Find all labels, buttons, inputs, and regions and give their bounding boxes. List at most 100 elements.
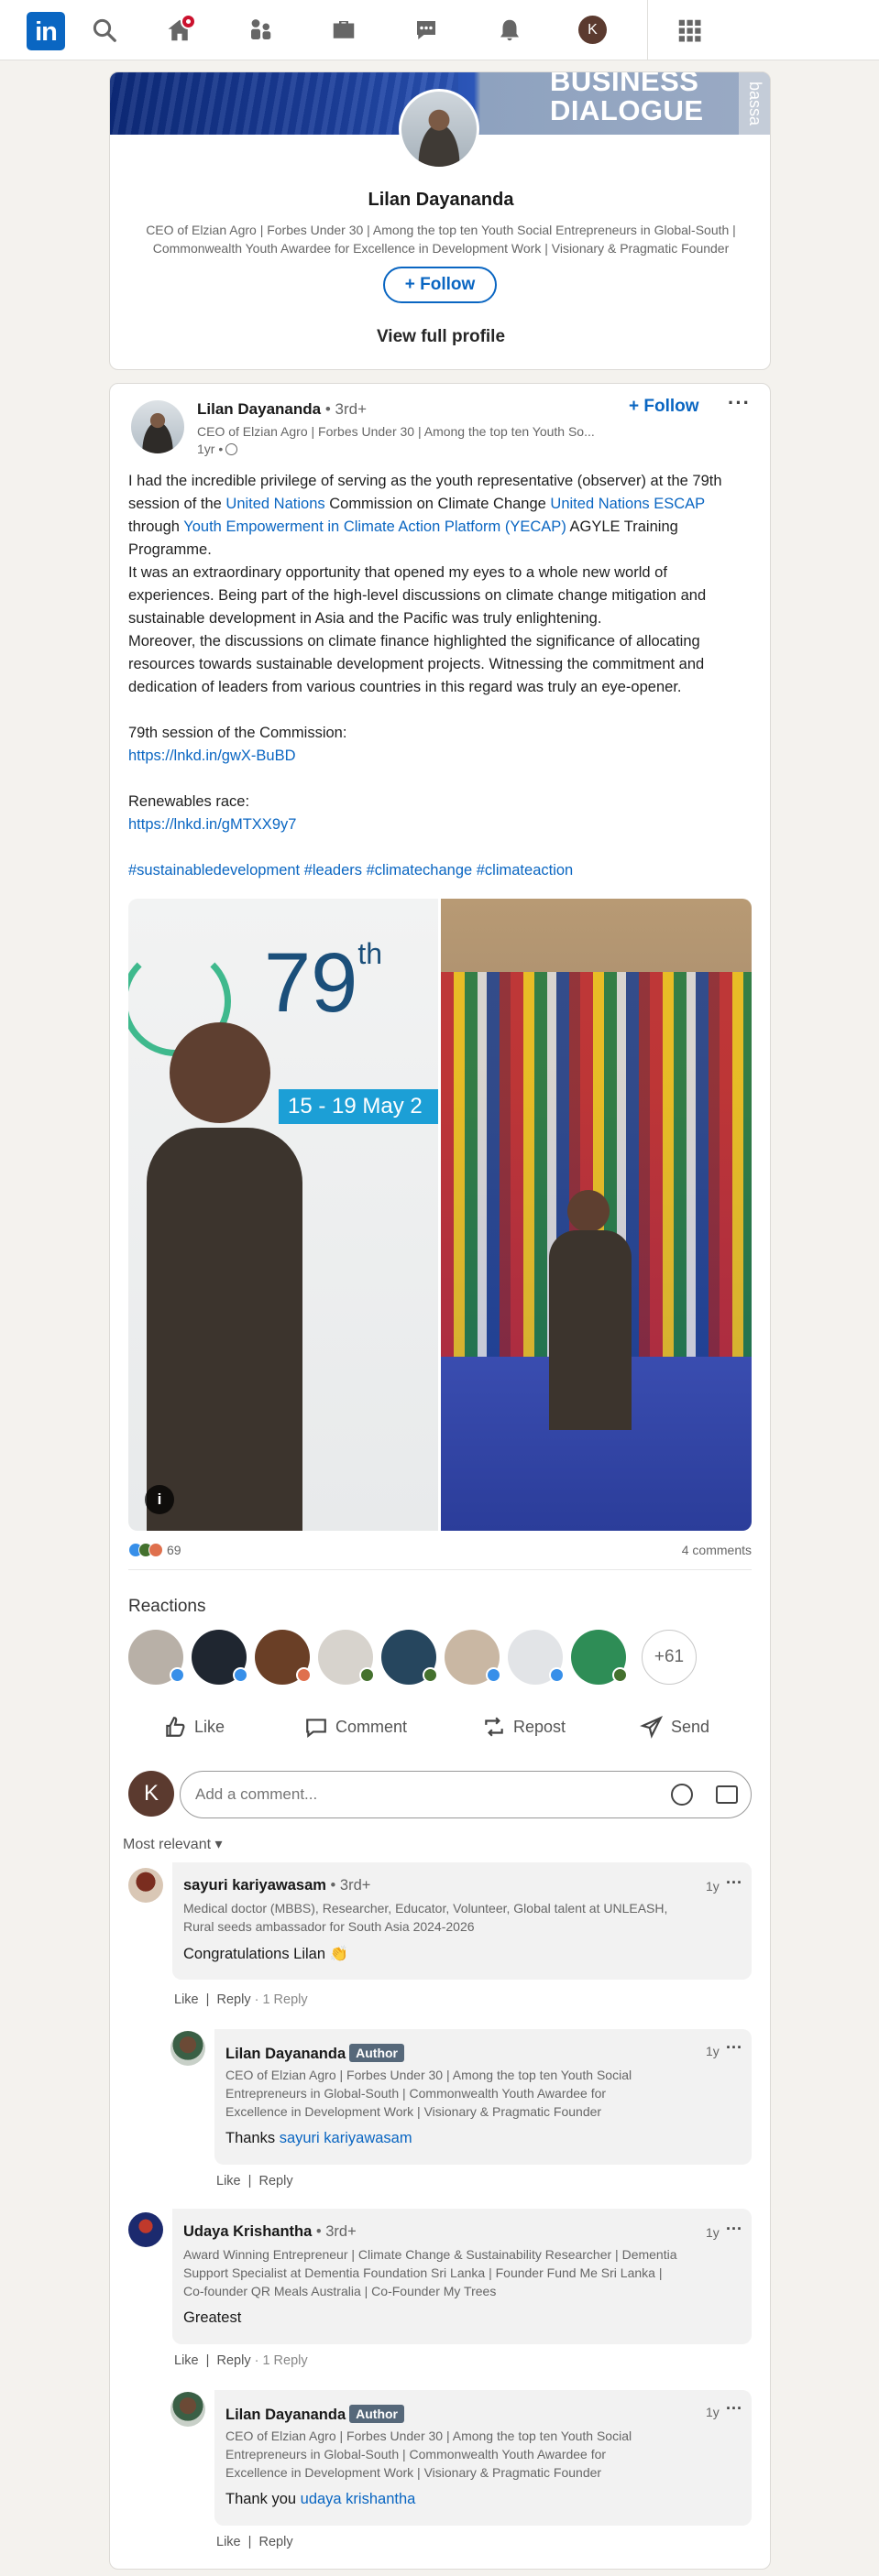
person-head [170, 1022, 270, 1123]
reactor-avatar[interactable] [255, 1630, 312, 1685]
reactor-avatar[interactable] [192, 1630, 248, 1685]
reply-mention[interactable]: sayuri kariyawasam [280, 2130, 412, 2146]
me-avatar[interactable]: K [578, 16, 607, 44]
send-button[interactable]: Send [640, 1708, 709, 1745]
reply-avatar[interactable] [170, 2031, 205, 2066]
reply-like-button[interactable]: Like [216, 2174, 241, 2189]
jobs-icon[interactable] [328, 15, 359, 46]
profile-name[interactable]: Lilan Dayananda [110, 190, 770, 211]
repost-label: Repost [513, 1717, 566, 1736]
reply-mention[interactable]: udaya krishantha [301, 2491, 416, 2507]
comment-avatar[interactable] [128, 1868, 163, 1903]
notifications-icon[interactable] [494, 15, 525, 46]
comment-button[interactable]: Comment [304, 1708, 407, 1745]
person-head [567, 1190, 610, 1232]
reactor-avatar[interactable] [381, 1630, 438, 1685]
comment-like-button[interactable]: Like [174, 2353, 199, 2368]
like-button[interactable]: Like [163, 1708, 225, 1745]
reaction-count[interactable]: 69 [167, 1543, 181, 1557]
mention-united-nations[interactable]: United Nations [225, 496, 324, 512]
like-badge-icon [170, 1667, 185, 1683]
messaging-icon[interactable] [411, 15, 442, 46]
session-label: 79th session of the Commission: [128, 725, 347, 741]
author-avatar[interactable] [131, 400, 184, 453]
comment-actions: Like | Reply · 1 Reply [174, 2353, 308, 2368]
comment-author[interactable]: sayuri kariyawasam • 3rd+ [183, 1877, 370, 1894]
my-network-icon[interactable] [245, 15, 276, 46]
author-badge: Author [349, 2044, 405, 2062]
home-icon[interactable] [164, 14, 196, 46]
reply-like-button[interactable]: Like [216, 2535, 241, 2549]
reply-text-span: Thank you [225, 2491, 301, 2507]
emoji-icon[interactable] [671, 1784, 693, 1806]
reply-author[interactable]: Lilan Dayananda Author [225, 2044, 405, 2063]
author-name[interactable]: Lilan Dayananda • 3rd+ [197, 400, 367, 419]
work-grid-icon[interactable] [674, 15, 705, 46]
more-reactors-button[interactable]: +61 [642, 1630, 697, 1685]
reply-reply-button[interactable]: Reply [259, 2174, 293, 2189]
renewables-link[interactable]: https://lnkd.in/gMTXX9y7 [128, 813, 752, 836]
linkedin-logo[interactable]: in [27, 12, 65, 50]
image-upload-icon[interactable] [716, 1785, 738, 1804]
mention-un-escap[interactable]: United Nations ESCAP [550, 496, 704, 512]
comment-icon [306, 1719, 326, 1739]
comment-author[interactable]: Udaya Krishantha • 3rd+ [183, 2223, 357, 2241]
reactor-avatar[interactable] [445, 1630, 501, 1685]
sort-comments-dropdown[interactable]: Most relevant ▾ [123, 1835, 223, 1853]
add-comment-input[interactable] [180, 1771, 752, 1818]
comment-reply-button[interactable]: Reply [217, 2353, 251, 2368]
like-icon [166, 1717, 185, 1737]
profile-photo[interactable] [399, 89, 479, 169]
reply-count[interactable]: · 1 Reply [255, 1992, 308, 2007]
reply-author[interactable]: Lilan Dayananda Author [225, 2405, 405, 2424]
post-follow-button[interactable]: + Follow [629, 397, 699, 417]
author-name-text[interactable]: Lilan Dayananda [197, 400, 321, 418]
reply-text: Thank you udaya krishantha [225, 2491, 415, 2508]
image-79-text: 79 [264, 936, 358, 1030]
comment-more-icon[interactable]: ··· [726, 1873, 742, 1893]
reply-author-name[interactable]: Lilan Dayananda [225, 2046, 346, 2062]
divider [128, 1569, 752, 1570]
author-badge: Author [349, 2405, 405, 2423]
follow-button[interactable]: + Follow [383, 267, 497, 303]
post-paragraph-3: Moreover, the discussions on climate fin… [128, 633, 705, 695]
comment-like-button[interactable]: Like [174, 1992, 199, 2007]
image-date-band: 15 - 19 May 2 [279, 1089, 438, 1124]
comment-more-icon[interactable]: ··· [726, 2220, 742, 2239]
reply-count[interactable]: · 1 Reply [255, 2353, 308, 2368]
hashtags[interactable]: #sustainabledevelopment #leaders #climat… [128, 859, 752, 882]
comment-author-name[interactable]: Udaya Krishantha [183, 2223, 312, 2240]
love-badge-icon [296, 1667, 312, 1683]
reply-more-icon[interactable]: ··· [726, 2038, 742, 2058]
love-reaction-icon [148, 1543, 163, 1557]
image-info-button[interactable]: i [145, 1485, 174, 1514]
comment-reply-button[interactable]: Reply [217, 1992, 251, 2007]
reply-author-name[interactable]: Lilan Dayananda [225, 2407, 346, 2423]
comment-action-separator: | [198, 2353, 217, 2368]
send-icon [640, 1716, 664, 1739]
reactor-avatar[interactable] [508, 1630, 565, 1685]
repost-button[interactable]: Repost [482, 1708, 566, 1745]
post-image-left[interactable]: 79th 15 - 19 May 2 i [128, 899, 438, 1531]
post-images[interactable]: 79th 15 - 19 May 2 i [128, 899, 752, 1531]
view-full-profile-link[interactable]: View full profile [110, 327, 770, 347]
image-session-number: 79th [264, 935, 382, 1031]
post-image-right[interactable] [441, 899, 752, 1531]
comment-author-name[interactable]: sayuri kariyawasam [183, 1877, 326, 1894]
search-icon[interactable] [89, 15, 120, 46]
reactor-avatar[interactable] [571, 1630, 628, 1685]
reply-more-icon[interactable]: ··· [726, 2399, 742, 2418]
comment-avatar[interactable] [128, 2212, 163, 2247]
session-link[interactable]: https://lnkd.in/gwX-BuBD [128, 745, 752, 768]
comment-label: Comment [335, 1717, 408, 1736]
reactor-avatar[interactable] [318, 1630, 375, 1685]
post-more-icon[interactable]: ··· [728, 391, 751, 415]
social-counts: 69 4 comments [128, 1543, 752, 1565]
comment-text: Congratulations Lilan 👏 [183, 1946, 349, 1962]
reply-avatar[interactable] [170, 2392, 205, 2427]
comments-count[interactable]: 4 comments [682, 1543, 752, 1557]
reactor-avatar[interactable] [128, 1630, 185, 1685]
mention-yecap[interactable]: Youth Empowerment in Climate Action Plat… [183, 518, 566, 535]
reply-reply-button[interactable]: Reply [259, 2535, 293, 2549]
